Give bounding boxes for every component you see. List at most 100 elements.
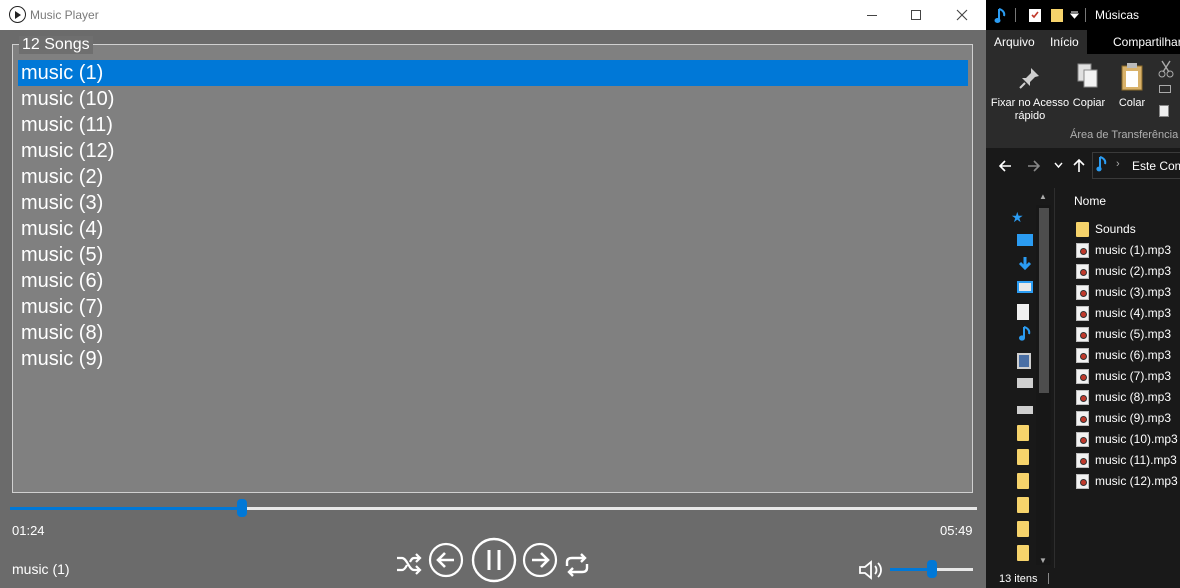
song-item[interactable]: music (8): [18, 320, 968, 346]
volume-button[interactable]: [857, 558, 885, 587]
nav-scrollbar-thumb[interactable]: [1039, 208, 1049, 393]
download-icon[interactable]: [1017, 256, 1033, 272]
folder-icon[interactable]: [1017, 497, 1029, 513]
folder-item[interactable]: Sounds: [1074, 219, 1180, 240]
videos-icon[interactable]: [1017, 353, 1031, 369]
minimize-icon: [867, 14, 877, 16]
minimize-button[interactable]: [849, 0, 895, 30]
file-name: music (11).mp3: [1095, 453, 1177, 467]
star-icon[interactable]: ★: [1011, 209, 1027, 225]
paste-icon: [1121, 63, 1143, 91]
tab-compartilhar[interactable]: Compartilhar: [1105, 30, 1180, 54]
folder-icon[interactable]: [1017, 521, 1029, 537]
copy-button[interactable]: Copiar: [1070, 97, 1108, 110]
audio-file-icon: [1076, 348, 1089, 363]
folder-icon[interactable]: [1017, 449, 1029, 465]
file-name: music (10).mp3: [1095, 432, 1178, 446]
ribbon-tabs: Arquivo Início Compartilhar: [986, 30, 1180, 56]
audio-file-icon: [1076, 411, 1089, 426]
song-item[interactable]: music (11): [18, 112, 968, 138]
file-item[interactable]: music (2).mp3: [1074, 261, 1180, 282]
file-list: Sounds music (1).mp3 music (2).mp3 music (3…: [1074, 219, 1180, 492]
audio-file-icon: [1076, 306, 1089, 321]
file-name: music (4).mp3: [1095, 306, 1172, 320]
pictures-icon[interactable]: [1017, 281, 1033, 293]
file-item[interactable]: music (6).mp3: [1074, 345, 1180, 366]
folder-icon[interactable]: [1017, 425, 1029, 441]
song-item[interactable]: music (3): [18, 190, 968, 216]
tab-inicio[interactable]: Início: [1042, 30, 1087, 56]
file-item[interactable]: music (9).mp3: [1074, 408, 1180, 429]
song-list[interactable]: music (1) music (10) music (11) music (12) m…: [18, 60, 968, 372]
file-name: Sounds: [1095, 222, 1136, 236]
song-item[interactable]: music (9): [18, 346, 968, 372]
properties-icon[interactable]: [1028, 7, 1042, 23]
tab-arquivo[interactable]: Arquivo: [986, 30, 1043, 54]
file-item[interactable]: music (12).mp3: [1074, 471, 1180, 492]
maximize-button[interactable]: [893, 0, 939, 30]
now-playing-label: music (1): [12, 561, 70, 577]
file-item[interactable]: music (11).mp3: [1074, 450, 1180, 471]
music-icon[interactable]: [1017, 326, 1033, 342]
folder-icon[interactable]: [1017, 473, 1029, 489]
desktop-icon[interactable]: [1017, 234, 1033, 246]
next-button[interactable]: [522, 542, 558, 583]
file-item[interactable]: music (3).mp3: [1074, 282, 1180, 303]
audio-file-icon: [1076, 327, 1089, 342]
file-item[interactable]: music (1).mp3: [1074, 240, 1180, 261]
volume-slider[interactable]: [890, 560, 973, 578]
drive-icon[interactable]: [1017, 406, 1033, 414]
recent-locations-icon[interactable]: [1054, 162, 1063, 169]
seek-slider[interactable]: [10, 499, 977, 517]
pause-button[interactable]: [471, 537, 517, 588]
volume-icon: [859, 560, 882, 580]
title-bar: Music Player: [0, 0, 986, 30]
file-item[interactable]: music (5).mp3: [1074, 324, 1180, 345]
seek-thumb[interactable]: [237, 499, 248, 517]
song-item[interactable]: music (5): [18, 242, 968, 268]
song-item[interactable]: music (7): [18, 294, 968, 320]
file-name: music (9).mp3: [1095, 411, 1172, 425]
paste-button[interactable]: Colar: [1115, 97, 1149, 110]
song-item[interactable]: music (1): [18, 60, 968, 86]
shuffle-button[interactable]: [395, 551, 423, 582]
explorer-title-bar: Músicas: [986, 0, 1180, 30]
song-item[interactable]: music (12): [18, 138, 968, 164]
pause-icon: [471, 537, 517, 583]
file-item[interactable]: music (4).mp3: [1074, 303, 1180, 324]
file-item[interactable]: music (10).mp3: [1074, 429, 1180, 450]
previous-button[interactable]: [428, 542, 464, 583]
song-item[interactable]: music (10): [18, 86, 968, 112]
documents-icon[interactable]: [1017, 304, 1029, 320]
audio-file-icon: [1076, 264, 1089, 279]
repeat-button[interactable]: [563, 551, 591, 584]
clipboard-group-label: Área de Transferência: [1070, 129, 1179, 141]
customize-quick-access-icon[interactable]: [1070, 11, 1079, 19]
song-item[interactable]: music (2): [18, 164, 968, 190]
back-icon[interactable]: [998, 159, 1012, 173]
close-button[interactable]: [939, 0, 985, 30]
file-name: music (5).mp3: [1095, 327, 1172, 341]
pin-quick-access-button[interactable]: Fixar no Acesso rápido: [990, 97, 1070, 123]
scroll-down-arrow-icon[interactable]: ▼: [1039, 556, 1047, 565]
forward-icon[interactable]: [1027, 159, 1041, 173]
song-item[interactable]: music (6): [18, 268, 968, 294]
folder-icon[interactable]: [1017, 545, 1029, 561]
up-icon[interactable]: [1072, 158, 1086, 173]
song-item[interactable]: music (4): [18, 216, 968, 242]
file-item[interactable]: music (8).mp3: [1074, 387, 1180, 408]
scroll-up-arrow-icon[interactable]: ▲: [1039, 192, 1047, 201]
repeat-icon: [565, 553, 589, 577]
music-note-icon: [994, 8, 1006, 23]
volume-thumb[interactable]: [926, 560, 937, 578]
column-header-nome[interactable]: Nome: [1074, 194, 1106, 208]
audio-file-icon: [1076, 474, 1089, 489]
file-item[interactable]: music (7).mp3: [1074, 366, 1180, 387]
pane-splitter[interactable]: [1054, 188, 1055, 568]
total-time: 05:49: [940, 523, 973, 538]
breadcrumb[interactable]: Este Com: [1132, 159, 1180, 173]
pc-icon[interactable]: [1017, 378, 1033, 388]
file-name: music (6).mp3: [1095, 348, 1172, 362]
new-folder-icon[interactable]: [1050, 7, 1064, 23]
file-name: music (2).mp3: [1095, 264, 1172, 278]
